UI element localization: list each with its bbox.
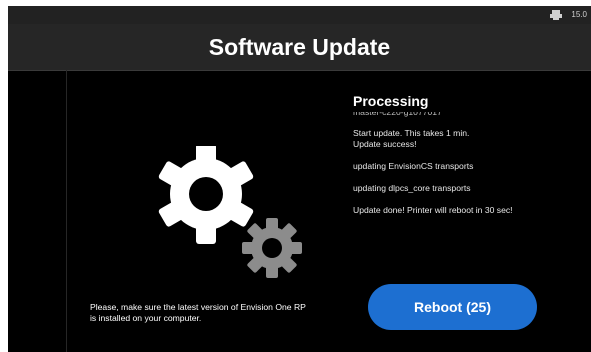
status-bar: 15.0: [8, 6, 591, 24]
printer-icon: [550, 10, 562, 20]
version-label: 15.0: [571, 10, 587, 19]
log-line: Start update. This takes 1 min.: [353, 128, 470, 138]
page-title: Software Update: [208, 34, 391, 60]
log-line: master-c220-g1077017: [353, 112, 442, 117]
gears-icon: [158, 146, 302, 278]
log-line: updating dlpcs_core transports: [353, 183, 471, 193]
header-bar: Software Update: [8, 24, 591, 71]
log-line: updating EnvisionCS transports: [353, 161, 474, 171]
reboot-button[interactable]: Reboot (25): [368, 284, 537, 330]
device-screen: 15.0 Software Update Processing master-c…: [8, 6, 591, 352]
log-item-clipped: master-c220-g1077017: [353, 112, 583, 118]
update-log-panel: Processing master-c220-g1077017 Start up…: [353, 92, 583, 216]
log-line: Update done! Printer will reboot in 30 s…: [353, 205, 513, 215]
log-line: Update success!: [353, 139, 417, 149]
log-list: master-c220-g1077017 Start update. This …: [353, 112, 583, 216]
processing-title: Processing: [353, 93, 429, 109]
reboot-button-label: Reboot (25): [414, 299, 491, 315]
left-divider: [66, 70, 67, 352]
notice-text: Please, make sure the latest version of …: [90, 302, 306, 323]
